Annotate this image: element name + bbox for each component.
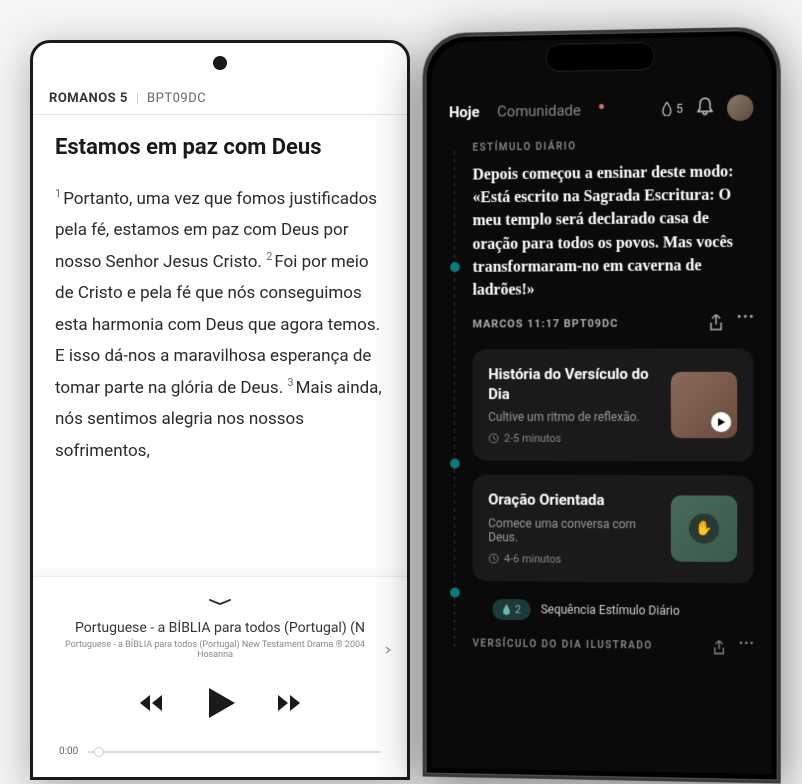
verse-number: 3 (287, 376, 293, 389)
verse-body[interactable]: 1Portanto, uma vez que fomos justificado… (55, 184, 385, 467)
audio-title: Portuguese - a BÍBLIA para todos (Portug… (49, 620, 391, 636)
card-duration: 2-5 minutos (488, 432, 657, 445)
mute-switch (779, 181, 781, 211)
streak-label: Sequência Estímulo Diário (541, 603, 680, 619)
tab-community[interactable]: Comunidade (497, 101, 581, 120)
feed-content[interactable]: ESTÍMULO DIÁRIO Depois começou a ensinar… (431, 139, 771, 655)
volume-up (779, 231, 781, 292)
elapsed-time: 0:00 (59, 746, 78, 757)
power-button (779, 393, 781, 484)
notifications-button[interactable] (697, 97, 713, 119)
clock-icon (488, 433, 499, 444)
rewind-button[interactable] (137, 689, 165, 721)
scrubber-thumb[interactable] (94, 747, 104, 757)
home-screen: Hoje Comunidade 5 ESTÍMULO DIÁRIO Depois… (431, 36, 771, 775)
verse-number: 2 (266, 250, 272, 263)
card-verse-story[interactable]: História do Versículo do Dia Cultive um … (473, 349, 754, 462)
verse-actions (709, 314, 753, 330)
verse-reference[interactable]: MARCOS 11:17 BPT09DC (473, 317, 619, 331)
flame-icon (661, 102, 673, 116)
card-title: Oração Orientada (488, 491, 657, 511)
play-button[interactable] (201, 684, 239, 726)
streak-row[interactable]: 2 Sequência Estímulo Diário (492, 599, 679, 622)
feed-tabs: Hoje Comunidade (449, 101, 604, 121)
verse-text: Foi por meio de Cristo e pela fé que nós… (55, 252, 380, 398)
book-chapter[interactable]: ROMANOS 5 (49, 91, 128, 106)
card-text: História do Versículo do Dia Cultive um … (488, 365, 657, 445)
verse-ref-row: MARCOS 11:17 BPT09DC (473, 314, 754, 331)
tab-today[interactable]: Hoje (449, 103, 479, 121)
timeline-dot (450, 262, 460, 272)
chevron-right-icon (385, 646, 391, 654)
bible-version[interactable]: BPT09DC (147, 91, 206, 106)
timeline-line (454, 151, 455, 651)
forward-button[interactable] (275, 689, 303, 721)
card-subtitle: Cultive um ritmo de reflexão. (488, 410, 657, 424)
reader-header[interactable]: ROMANOS 5 | BPT09DC (33, 83, 407, 115)
reader-content: Estamos em paz com Deus 1Portanto, uma v… (33, 115, 407, 487)
hand-icon: ✋ (689, 514, 719, 544)
notification-dot (599, 103, 604, 108)
progress-bar[interactable]: 0:00 (49, 746, 391, 757)
dynamic-island (545, 42, 654, 72)
top-actions: 5 (661, 95, 753, 123)
divider: | (136, 91, 139, 106)
section-heading: Estamos em paz com Deus (55, 135, 385, 160)
audio-player: Portuguese - a BÍBLIA para todos (Portug… (33, 576, 407, 777)
share-icon[interactable] (709, 315, 723, 331)
play-icon[interactable] (711, 412, 731, 432)
drop-icon (502, 604, 511, 615)
timeline-dot (450, 459, 460, 469)
clock-icon (488, 553, 499, 564)
bell-icon (697, 97, 713, 115)
streak-badge: 2 (492, 599, 531, 620)
card-title: História do Versículo do Dia (488, 365, 657, 404)
phone-android: ROMANOS 5 | BPT09DC Estamos em paz com D… (30, 40, 410, 780)
card-text: Oração Orientada Comece uma conversa com… (488, 491, 657, 566)
camera-icon (213, 56, 227, 70)
share-icon[interactable] (713, 640, 725, 654)
streak-counter[interactable]: 5 (661, 102, 683, 116)
status-bar (33, 43, 407, 83)
more-icon[interactable] (737, 314, 753, 318)
phone-iphone: Hoje Comunidade 5 ESTÍMULO DIÁRIO Depois… (423, 26, 781, 783)
more-icon[interactable] (739, 640, 753, 644)
volume-down (779, 302, 781, 363)
card-thumbnail: ✋ (671, 496, 737, 563)
track[interactable] (88, 751, 381, 753)
card-guided-prayer[interactable]: Oração Orientada Comece uma conversa com… (473, 475, 754, 583)
illustrated-votd-label: VERSÍCULO DO DIA ILUSTRADO (473, 637, 754, 655)
audio-subtitle[interactable]: Portuguese - a BÍBLIA para todos (Portug… (49, 640, 391, 660)
timeline-dot (450, 588, 460, 598)
collapse-handle[interactable] (49, 591, 391, 610)
daily-refresh-label: ESTÍMULO DIÁRIO (473, 139, 754, 154)
daily-verse[interactable]: Depois começou a ensinar deste modo: «Es… (473, 160, 754, 302)
card-duration: 4-6 minutos (488, 552, 657, 566)
card-subtitle: Comece uma conversa com Deus. (488, 516, 657, 545)
verse-number: 1 (55, 187, 61, 200)
avatar[interactable] (727, 95, 753, 122)
player-controls (49, 684, 391, 726)
card-thumbnail (671, 372, 737, 438)
top-bar: Hoje Comunidade 5 (431, 86, 771, 139)
